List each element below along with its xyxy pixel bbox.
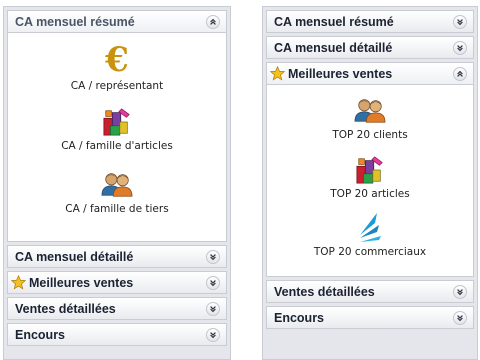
section-header-ca-mensuel-resume[interactable]: CA mensuel résumé	[7, 10, 227, 33]
people-icon	[101, 171, 133, 197]
section-header-meilleures-ventes[interactable]: Meilleures ventes	[266, 62, 474, 85]
item-label: CA / famille de tiers	[65, 203, 169, 215]
item-label: TOP 20 commerciaux	[313, 246, 427, 258]
star-icon	[11, 275, 26, 290]
section-header-ca-mensuel-resume[interactable]: CA mensuel résumé	[266, 10, 474, 33]
sales-arrow-icon	[357, 211, 383, 243]
expand-chevron-icon[interactable]	[453, 15, 467, 29]
item-ca-representant[interactable]: € CA / représentant	[8, 43, 226, 92]
collapse-chevron-icon[interactable]	[206, 15, 220, 29]
section-header-ca-mensuel-detaille[interactable]: CA mensuel détaillé	[266, 36, 474, 59]
left-outlook-bar: CA mensuel résumé € CA / représentant CA…	[3, 6, 231, 360]
section-header-ventes-detaillees[interactable]: Ventes détaillées	[266, 280, 474, 303]
item-label: CA / représentant	[70, 80, 164, 92]
item-label: TOP 20 articles	[330, 188, 410, 200]
product-blocks-icon	[102, 107, 132, 137]
section-title: CA mensuel résumé	[274, 14, 394, 29]
section-body-meilleures-ventes: TOP 20 clients TOP 20 articles TOP 20 co…	[266, 85, 474, 277]
expand-chevron-icon[interactable]	[453, 311, 467, 325]
item-top20-clients[interactable]: TOP 20 clients	[267, 97, 473, 141]
collapse-chevron-icon[interactable]	[453, 67, 467, 81]
right-outlook-bar: CA mensuel résumé CA mensuel détaillé Me…	[262, 6, 478, 360]
expand-chevron-icon[interactable]	[453, 285, 467, 299]
section-title: CA mensuel détaillé	[274, 40, 393, 55]
star-icon	[270, 66, 285, 81]
section-title: CA mensuel résumé	[15, 14, 135, 29]
section-title: CA mensuel détaillé	[15, 249, 134, 264]
product-blocks-icon	[355, 155, 385, 185]
section-title: Encours	[274, 310, 325, 325]
people-icon	[354, 97, 386, 123]
item-top20-articles[interactable]: TOP 20 articles	[267, 155, 473, 200]
expand-chevron-icon[interactable]	[206, 302, 220, 316]
section-header-encours[interactable]: Encours	[7, 323, 227, 346]
section-title: Meilleures ventes	[288, 66, 393, 81]
item-label: CA / famille d'articles	[61, 140, 173, 152]
section-title: Encours	[15, 327, 66, 342]
expand-chevron-icon[interactable]	[206, 250, 220, 264]
item-top20-commerciaux[interactable]: TOP 20 commerciaux	[267, 211, 473, 258]
expand-chevron-icon[interactable]	[453, 41, 467, 55]
euro-icon: €	[105, 40, 129, 80]
expand-chevron-icon[interactable]	[206, 276, 220, 290]
section-header-ca-mensuel-detaille[interactable]: CA mensuel détaillé	[7, 245, 227, 268]
section-body-ca-mensuel-resume: € CA / représentant CA / famille d'artic…	[7, 33, 227, 242]
section-header-meilleures-ventes[interactable]: Meilleures ventes	[7, 271, 227, 294]
section-header-encours[interactable]: Encours	[266, 306, 474, 329]
item-ca-famille-tiers[interactable]: CA / famille de tiers	[8, 171, 226, 215]
item-ca-famille-articles[interactable]: CA / famille d'articles	[8, 107, 226, 152]
section-title: Ventes détaillées	[274, 284, 375, 299]
section-title: Meilleures ventes	[29, 275, 134, 290]
item-label: TOP 20 clients	[332, 129, 408, 141]
section-title: Ventes détaillées	[15, 301, 116, 316]
section-header-ventes-detaillees[interactable]: Ventes détaillées	[7, 297, 227, 320]
expand-chevron-icon[interactable]	[206, 328, 220, 342]
